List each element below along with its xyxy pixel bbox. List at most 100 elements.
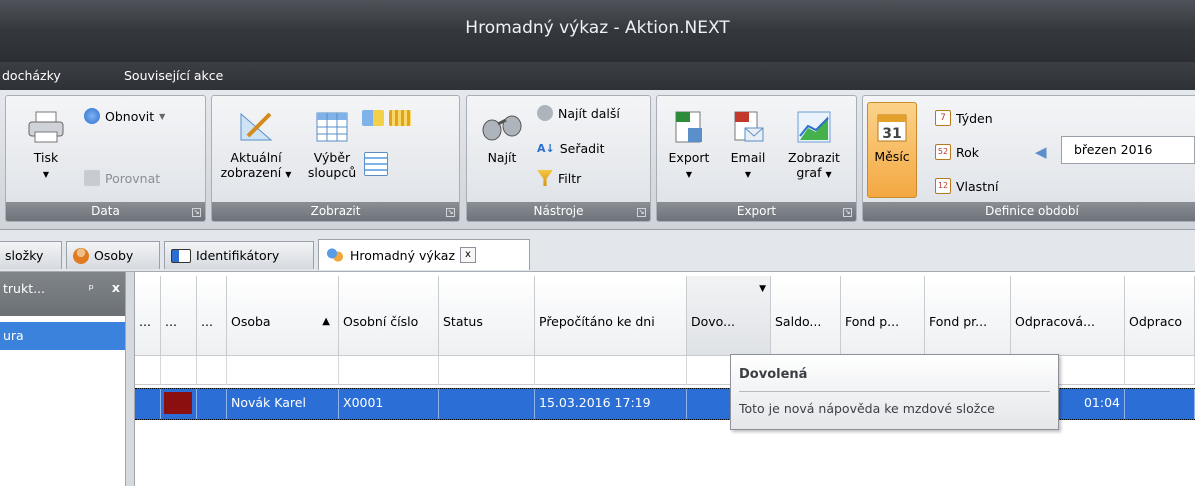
tree-item-selected[interactable]: ura	[0, 322, 126, 350]
column-header[interactable]: ...	[197, 276, 227, 356]
status-color-swatch	[164, 392, 192, 414]
column-header[interactable]: Status	[439, 276, 535, 356]
tab-slozky[interactable]: složky	[0, 241, 62, 269]
show-chart-button[interactable]: Zobrazit graf ▼	[779, 110, 849, 182]
table-cell[interactable]	[1125, 389, 1195, 419]
sort-button[interactable]: A↓ Seřadit	[537, 138, 604, 158]
find-button[interactable]: Najít	[473, 110, 531, 165]
pdf-email-icon	[734, 111, 764, 142]
column-header[interactable]: Přepočítáno ke dni	[535, 276, 687, 356]
current-view-button[interactable]: Aktuální zobrazení ▼	[218, 110, 294, 182]
filter-cell[interactable]	[161, 356, 197, 385]
find-next-icon	[537, 105, 553, 121]
chevron-down-icon: ▼	[685, 170, 693, 179]
month-button[interactable]: 31 Měsíc	[867, 102, 917, 198]
filter-cell[interactable]	[535, 356, 687, 385]
custom-period-button[interactable]: 12 Vlastní	[935, 176, 999, 196]
group-caption-period: Definice období	[863, 202, 1195, 221]
calendar-year-icon: 52	[935, 144, 951, 160]
year-button[interactable]: 52 Rok	[935, 142, 979, 162]
status-color-cell[interactable]	[161, 389, 197, 419]
pin-icon[interactable]: ᵖ	[89, 281, 94, 296]
filter-cell[interactable]	[339, 356, 439, 385]
tab-osoby[interactable]: Osoby	[66, 241, 160, 269]
column-header-label: Dovo...	[691, 314, 736, 329]
refresh-button[interactable]: Obnovit ▼	[84, 106, 165, 126]
refresh-label: Obnovit	[105, 108, 155, 124]
column-header[interactable]: ...	[161, 276, 197, 356]
menu-item-souvisejici-akce[interactable]: Související akce	[124, 68, 223, 83]
refresh-icon	[84, 108, 100, 124]
tab-label: Identifikátory	[196, 248, 280, 263]
row-indicator-cell[interactable]	[135, 389, 161, 419]
period-input[interactable]: březen 2016	[1061, 136, 1195, 164]
grid-header-row: ... ... ... Osoba ▲ Osobní číslo Status …	[135, 276, 1195, 356]
cell-osobni-cislo[interactable]: X0001	[339, 389, 439, 419]
document-tabs: složky Osoby Identifikátory Hromadný výk…	[0, 230, 1195, 272]
tab-hromadny-vykaz[interactable]: Hromadný výkaz x	[318, 239, 530, 270]
funnel-icon	[537, 170, 553, 186]
filter-cell[interactable]	[197, 356, 227, 385]
email-label: Email	[730, 150, 766, 165]
person-icon	[73, 247, 89, 264]
dialog-launcher-icon[interactable]: ↘	[637, 208, 646, 217]
column-header[interactable]: Fond p...	[841, 276, 925, 356]
layout-toggle-button[interactable]	[362, 108, 411, 128]
filter-button[interactable]: Filtr	[537, 168, 581, 188]
ribbon-group-export: Export ▼ Email ▼ Zobrazit graf ▼ Export	[656, 95, 857, 222]
custom-label: Vlastní	[956, 178, 999, 194]
filter-cell[interactable]	[135, 356, 161, 385]
binoculars-icon	[482, 115, 522, 141]
columns-label-2: sloupců	[307, 165, 357, 180]
column-header[interactable]: Fond pr...	[925, 276, 1011, 356]
cell-status[interactable]	[439, 389, 535, 419]
ribbon-group-tools: Najít Najít další A↓ Seřadit Filtr Nástr…	[466, 95, 651, 222]
column-header-dovolena[interactable]: Dovo... ▼	[687, 276, 771, 356]
close-panel-button[interactable]: x	[112, 280, 120, 295]
export-button[interactable]: Export ▼	[661, 110, 717, 182]
email-button[interactable]: Email ▼	[723, 110, 773, 182]
filter-cell[interactable]	[439, 356, 535, 385]
week-button[interactable]: 7 Týden	[935, 108, 993, 128]
column-header-osoba[interactable]: Osoba ▲	[227, 276, 339, 356]
filter-cell[interactable]	[227, 356, 339, 385]
column-header[interactable]: ...	[135, 276, 161, 356]
cell-osoba[interactable]: Novák Karel	[227, 389, 339, 419]
column-header[interactable]: Osobní číslo	[339, 276, 439, 356]
dialog-launcher-icon[interactable]: ↘	[192, 208, 201, 217]
chevron-down-icon: ▼	[285, 170, 292, 179]
find-label: Najít	[487, 150, 517, 165]
print-button[interactable]: Tisk ▼	[18, 110, 74, 182]
cell-prepocitano[interactable]: 15.03.2016 17:19	[535, 389, 687, 419]
chevron-down-icon: ▼	[42, 170, 50, 179]
tab-identifikatory[interactable]: Identifikátory	[164, 241, 314, 269]
dialog-launcher-icon[interactable]: ↘	[446, 208, 455, 217]
menu-item-dochazky[interactable]: docházky	[2, 68, 61, 83]
previous-period-button[interactable]: ◀	[1035, 142, 1047, 162]
find-next-button[interactable]: Najít další	[537, 103, 620, 123]
column-header[interactable]: Saldo...	[771, 276, 841, 356]
filter-cell[interactable]	[1125, 356, 1195, 385]
compare-button[interactable]: Porovnat	[84, 168, 160, 188]
form-view-button[interactable]	[364, 152, 388, 176]
panel-splitter[interactable]	[125, 272, 135, 486]
printer-icon	[28, 111, 64, 143]
tooltip-text: Toto je nová nápověda ke mzdové složce	[739, 401, 995, 416]
column-chooser-button[interactable]: Výběr sloupců	[306, 110, 358, 180]
menu-bar: docházky Související akce	[0, 62, 1195, 90]
group-caption-export: Export	[657, 202, 856, 221]
column-header[interactable]: Odpracová...	[1011, 276, 1125, 356]
chart-icon	[797, 111, 831, 143]
ribbon-group-data: Tisk ▼ Obnovit ▼ Porovnat Data ↘	[5, 95, 206, 222]
chart-label-1: Zobrazit	[788, 150, 840, 165]
excel-export-icon	[675, 111, 702, 143]
sort-ascending-icon: ▲	[322, 316, 330, 327]
year-label: Rok	[956, 144, 980, 160]
chevron-down-icon: ▼	[159, 111, 166, 121]
ribbon-group-view: Aktuální zobrazení ▼ Výběr sloupců Zobra…	[211, 95, 460, 222]
dialog-launcher-icon[interactable]: ↘	[843, 208, 852, 217]
table-cell[interactable]	[197, 389, 227, 419]
close-tab-button[interactable]: x	[460, 247, 477, 263]
column-header[interactable]: Odpraco	[1125, 276, 1195, 356]
current-view-label-2: zobrazení	[220, 165, 282, 180]
